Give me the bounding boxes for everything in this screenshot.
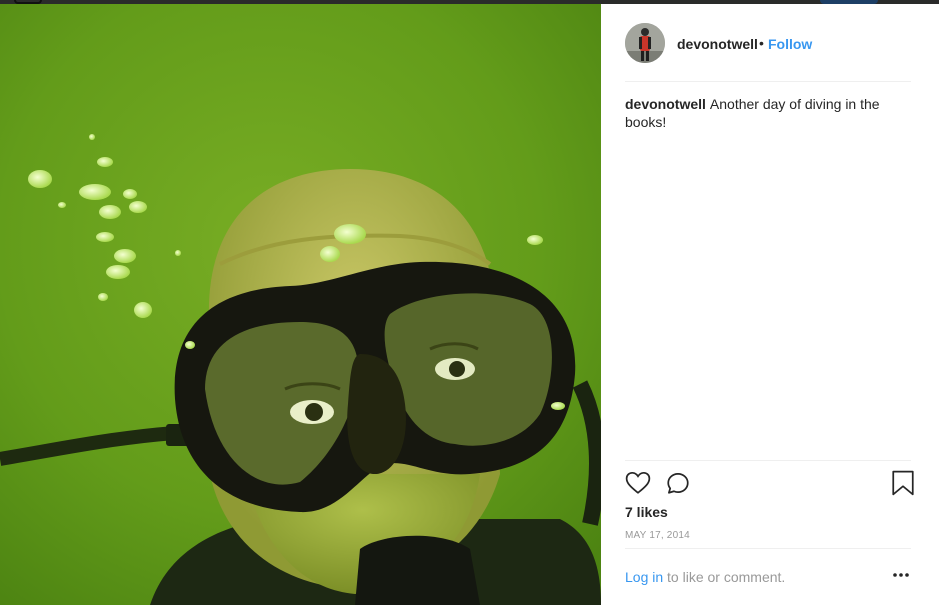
save-button[interactable] xyxy=(891,470,919,498)
caption-username[interactable]: devonotwell xyxy=(625,96,706,112)
login-prompt-text: to like or comment. xyxy=(663,569,786,585)
follow-button[interactable]: Follow xyxy=(768,36,812,52)
comment-divider xyxy=(625,548,911,549)
heart-icon xyxy=(625,471,651,494)
login-link[interactable]: Log in xyxy=(625,569,663,585)
comment-bubble-icon xyxy=(667,473,689,494)
post-details-panel: devonotwell • Follow devonotwell Another … xyxy=(601,4,939,605)
header-divider xyxy=(625,81,911,82)
post-caption: devonotwell Another day of diving in the … xyxy=(625,95,895,131)
avatar[interactable] xyxy=(625,23,665,63)
like-count[interactable]: 7 likes xyxy=(625,504,668,520)
post-photo[interactable] xyxy=(0,4,601,605)
separator-dot: • xyxy=(759,35,764,51)
actions-divider xyxy=(625,460,911,461)
post-header: devonotwell • Follow xyxy=(601,4,939,81)
post-date[interactable]: MAY 17, 2014 xyxy=(625,530,690,541)
post-username[interactable]: devonotwell xyxy=(677,36,758,52)
login-prompt: Log in to like or comment. xyxy=(625,569,785,585)
bookmark-icon xyxy=(892,470,914,496)
like-button[interactable] xyxy=(625,470,653,498)
underwater-diver-selfie-image xyxy=(0,4,601,605)
comment-button[interactable] xyxy=(665,470,693,498)
more-options-button[interactable] xyxy=(889,566,913,584)
action-bar xyxy=(625,470,915,500)
ellipsis-icon xyxy=(893,573,909,577)
avatar-diver-icon xyxy=(625,23,665,63)
